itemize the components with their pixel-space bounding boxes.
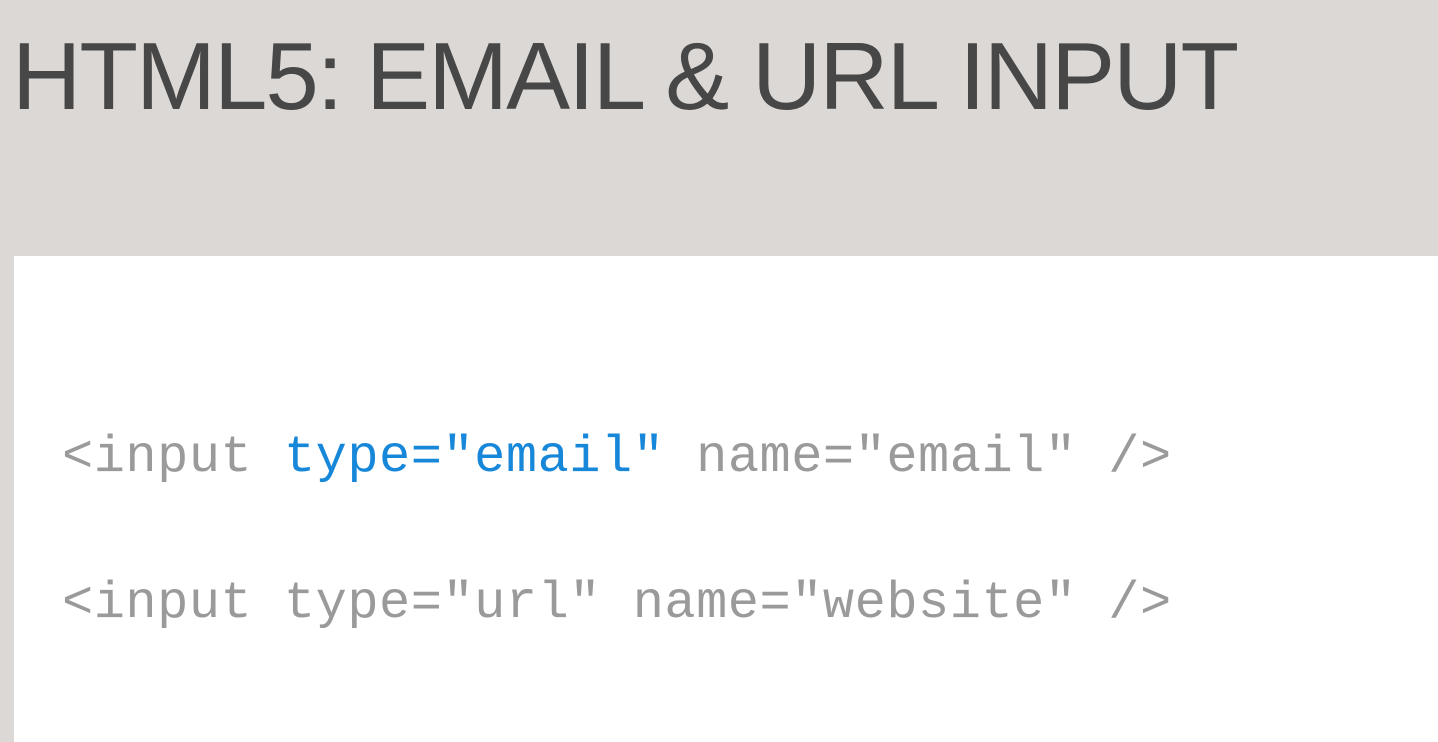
- code-line-url: <input type="url" name="website" />: [62, 574, 1172, 634]
- code-segment: name="email" />: [664, 428, 1172, 487]
- slide: HTML5: EMAIL & URL INPUT <input type="em…: [0, 0, 1438, 742]
- code-segment-highlighted: type="email": [283, 428, 665, 487]
- code-panel: <input type="email" name="email" /> <inp…: [14, 256, 1438, 742]
- code-segment: <input: [62, 428, 284, 487]
- code-segment: <input type="url" name="website" />: [62, 574, 1172, 633]
- code-line-email: <input type="email" name="email" />: [62, 428, 1172, 488]
- slide-title: HTML5: EMAIL & URL INPUT: [12, 23, 1239, 130]
